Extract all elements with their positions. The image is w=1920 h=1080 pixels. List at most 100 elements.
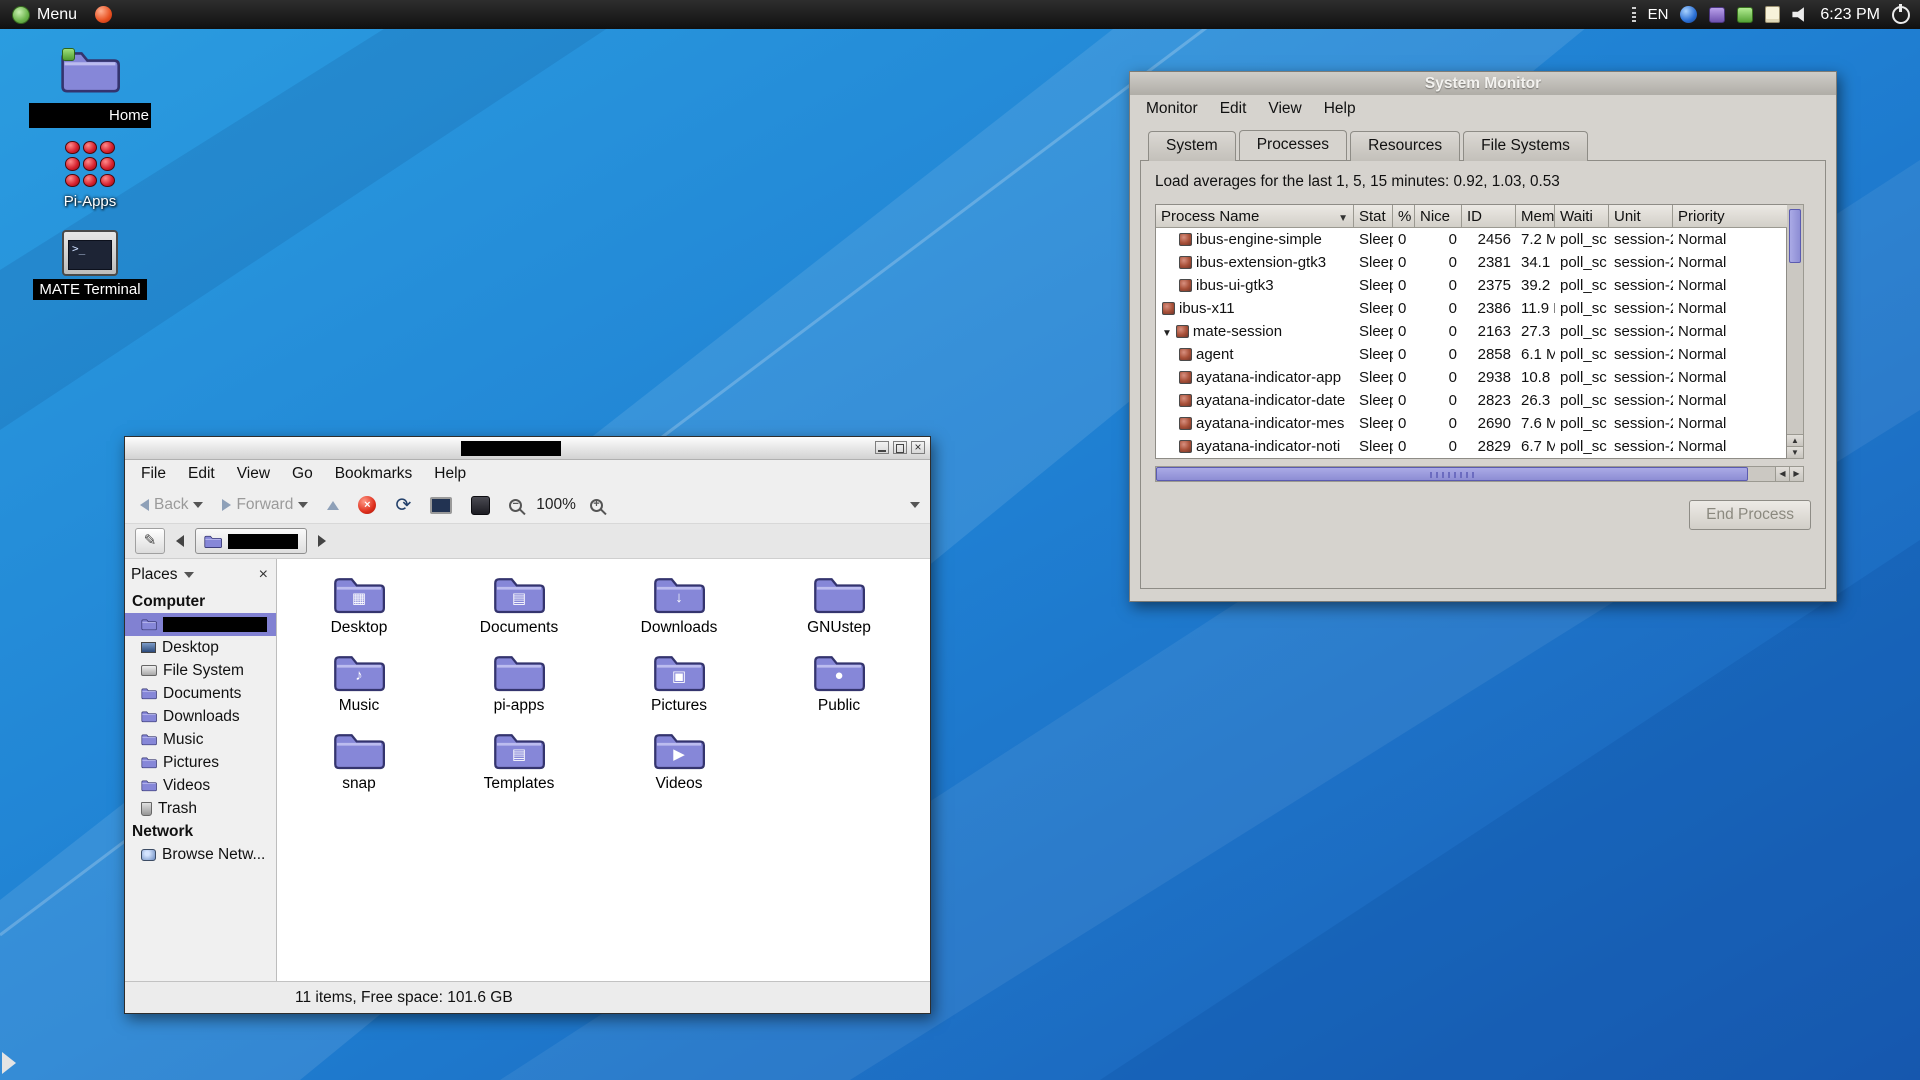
horizontal-scrollbar[interactable]: ◀ ▶ — [1155, 466, 1804, 482]
folder-item-desktop[interactable]: ▦Desktop — [279, 573, 439, 651]
sidebar-close-icon[interactable] — [257, 566, 270, 584]
breadcrumb-scroll-left-button[interactable] — [171, 529, 189, 553]
tray-drag-handle-icon[interactable] — [1632, 7, 1636, 22]
process-row-agent[interactable]: agentSleep0028586.1 MiBpoll_scsession-2.… — [1156, 343, 1786, 366]
clock[interactable]: 6:23 PM — [1820, 6, 1880, 24]
expander-icon[interactable] — [1162, 323, 1172, 340]
fm-menu-bookmarks[interactable]: Bookmarks — [324, 463, 424, 485]
open-terminal-button[interactable] — [466, 493, 495, 518]
scroll-left-button[interactable]: ◀ — [1775, 467, 1789, 481]
fm-menu-file[interactable]: File — [130, 463, 177, 485]
desktop-icon-pi-apps[interactable]: Pi-Apps — [25, 138, 155, 210]
zoom-in-button[interactable]: + — [585, 496, 608, 515]
folder-item-snap[interactable]: snap — [279, 729, 439, 807]
column-header-waiting-channel[interactable]: Waiti — [1555, 205, 1609, 228]
process-row-ibus-ui-gtk3[interactable]: ibus-ui-gtk3Sleep00237539.2 MiBpoll_scse… — [1156, 274, 1786, 297]
sidebar-item-documents[interactable]: Documents — [125, 682, 276, 705]
tab-resources[interactable]: Resources — [1350, 131, 1460, 161]
process-row-ayatana-indicator-date[interactable]: ayatana-indicator-dateSleep00282326.3 Mi… — [1156, 389, 1786, 412]
folder-item-gnustep[interactable]: GNUstep — [759, 573, 919, 651]
panel-drawer-arrow-icon[interactable] — [2, 1052, 27, 1074]
maximize-button[interactable] — [893, 441, 907, 454]
sidebar-item-desktop[interactable]: Desktop — [125, 636, 276, 659]
scroll-down-button[interactable]: ▼ — [1787, 446, 1803, 458]
up-button[interactable] — [322, 498, 344, 513]
process-row-ibus-extension-gtk3[interactable]: ibus-extension-gtk3Sleep00238134.1 MiBpo… — [1156, 251, 1786, 274]
launcher-app-icon[interactable] — [95, 6, 112, 23]
column-header-unit[interactable]: Unit — [1609, 205, 1673, 228]
tab-system[interactable]: System — [1148, 131, 1236, 161]
bluetooth-icon[interactable] — [1680, 6, 1697, 23]
sidebar-item-videos[interactable]: Videos — [125, 774, 276, 797]
file-manager-titlebar[interactable] — [125, 437, 930, 460]
breadcrumb-scroll-right-button[interactable] — [313, 529, 331, 553]
sidebar-item-trash[interactable]: Trash — [125, 797, 276, 820]
cpu-indicator-icon[interactable] — [1737, 7, 1753, 23]
places-caret-icon[interactable] — [184, 572, 194, 583]
applications-menu-button[interactable]: Menu — [8, 4, 81, 26]
folder-item-templates[interactable]: ▤Templates — [439, 729, 599, 807]
view-selector-caret-icon[interactable] — [910, 502, 920, 513]
process-row-ayatana-indicator-app[interactable]: ayatana-indicator-appSleep00293810.8 MiB… — [1156, 366, 1786, 389]
places-selector[interactable]: Places — [131, 566, 178, 584]
sidebar-item-downloads[interactable]: Downloads — [125, 705, 276, 728]
vertical-scrollbar-thumb[interactable] — [1789, 209, 1801, 263]
notes-icon[interactable] — [1765, 6, 1780, 23]
scroll-up-button[interactable]: ▲ — [1787, 434, 1803, 446]
sm-menu-edit[interactable]: Edit — [1209, 98, 1258, 120]
scroll-right-button[interactable]: ▶ — [1789, 467, 1803, 481]
tab-processes[interactable]: Processes — [1239, 130, 1347, 160]
folder-item-pi-apps[interactable]: pi-apps — [439, 651, 599, 729]
column-header-priority[interactable]: Priority — [1673, 205, 1788, 228]
stop-button[interactable] — [353, 493, 381, 517]
forward-history-caret-icon[interactable] — [298, 502, 308, 513]
sm-menu-monitor[interactable]: Monitor — [1135, 98, 1209, 120]
forward-button[interactable]: Forward — [217, 493, 313, 517]
tab-file-systems[interactable]: File Systems — [1463, 131, 1588, 161]
system-monitor-titlebar[interactable]: System Monitor — [1130, 72, 1836, 95]
horizontal-scrollbar-thumb[interactable] — [1156, 467, 1748, 481]
fm-menu-edit[interactable]: Edit — [177, 463, 226, 485]
back-history-caret-icon[interactable] — [193, 502, 203, 513]
desktop-icon-mate-terminal[interactable]: MATE Terminal — [25, 230, 155, 300]
folder-item-music[interactable]: ♪Music — [279, 651, 439, 729]
vertical-scrollbar[interactable]: ▲ ▼ — [1787, 204, 1804, 459]
folder-item-public[interactable]: ●Public — [759, 651, 919, 729]
fm-menu-view[interactable]: View — [226, 463, 281, 485]
end-process-button[interactable]: End Process — [1689, 500, 1811, 530]
column-header-status[interactable]: Stat — [1354, 205, 1393, 228]
sm-menu-view[interactable]: View — [1257, 98, 1312, 120]
sidebar-item-browse-netw[interactable]: Browse Netw... — [125, 843, 276, 866]
shutdown-icon[interactable] — [1892, 6, 1910, 24]
edit-location-button[interactable] — [135, 528, 165, 554]
back-button[interactable]: Back — [135, 493, 208, 517]
folder-item-pictures[interactable]: ▣Pictures — [599, 651, 759, 729]
system-indicator-icon[interactable] — [1709, 7, 1725, 23]
desktop-icon-home[interactable]: Home — [25, 46, 155, 128]
folder-item-documents[interactable]: ▤Documents — [439, 573, 599, 651]
keyboard-layout-indicator[interactable]: EN — [1648, 6, 1669, 23]
reload-button[interactable] — [390, 493, 416, 518]
breadcrumb-current-folder-button[interactable] — [195, 528, 307, 554]
process-row-ibus-x11[interactable]: ibus-x11Sleep00238611.9 MiBpoll_scsessio… — [1156, 297, 1786, 320]
computer-button[interactable] — [425, 494, 457, 517]
fm-menu-go[interactable]: Go — [281, 463, 324, 485]
close-button[interactable] — [911, 441, 925, 454]
column-header-memory[interactable]: Mem — [1516, 205, 1555, 228]
process-row-ayatana-indicator-noti[interactable]: ayatana-indicator-notiSleep0028296.7 MiB… — [1156, 435, 1786, 458]
sidebar-item-home[interactable] — [125, 613, 276, 636]
process-row-ayatana-indicator-mes[interactable]: ayatana-indicator-mesSleep0026907.6 MiBp… — [1156, 412, 1786, 435]
column-header-cpu[interactable]: % — [1393, 205, 1415, 228]
sidebar-item-pictures[interactable]: Pictures — [125, 751, 276, 774]
folder-item-downloads[interactable]: ↓Downloads — [599, 573, 759, 651]
zoom-out-button[interactable]: − — [504, 496, 527, 515]
folder-item-videos[interactable]: ▶Videos — [599, 729, 759, 807]
sidebar-item-music[interactable]: Music — [125, 728, 276, 751]
column-header-process-name[interactable]: Process Name — [1156, 205, 1354, 228]
process-row-ibus-engine-simple[interactable]: ibus-engine-simpleSleep0024567.2 MiBpoll… — [1156, 228, 1786, 251]
volume-icon[interactable] — [1792, 7, 1808, 22]
folder-view[interactable]: ▦Desktop▤Documents↓DownloadsGNUstep ♪Musi… — [277, 559, 930, 981]
fm-menu-help[interactable]: Help — [423, 463, 477, 485]
column-header-nice[interactable]: Nice — [1415, 205, 1462, 228]
column-header-id[interactable]: ID — [1462, 205, 1516, 228]
